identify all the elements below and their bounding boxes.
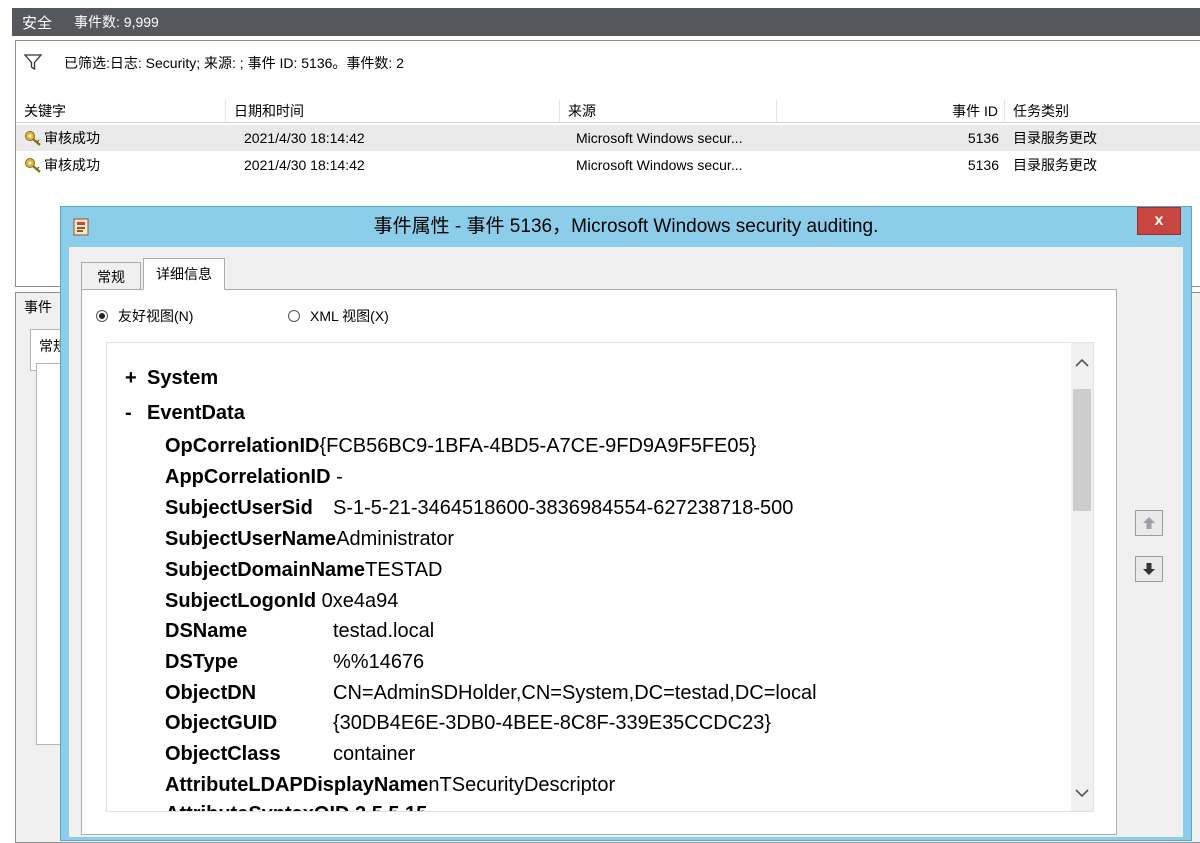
field-value: Administrator bbox=[336, 528, 454, 550]
field-value: S-1-5-21-3464518600-3836984554-627238718… bbox=[333, 497, 794, 519]
field-row: DSName testad.local bbox=[165, 620, 434, 643]
field-key: DSType bbox=[165, 651, 238, 673]
field-row-partial: AttributeSyntaxOID 2.5.5.15 bbox=[165, 803, 427, 811]
row-event-id: 5136 bbox=[967, 157, 999, 173]
radio-selected-icon[interactable] bbox=[96, 310, 108, 322]
up-arrow-icon bbox=[1143, 517, 1155, 529]
field-key-partial: AttributeSyntaxOID 2.5.5.15 bbox=[165, 803, 427, 811]
field-row: SubjectLogonId 0xe4a94 bbox=[165, 590, 398, 613]
friendly-view-label: 友好视图(N) bbox=[118, 308, 194, 324]
previous-event-button[interactable] bbox=[1135, 510, 1163, 536]
row-event-id: 5136 bbox=[967, 130, 999, 146]
row-keyword: 审核成功 bbox=[44, 130, 100, 146]
field-key: ObjectGUID bbox=[165, 712, 278, 734]
table-row[interactable]: 审核成功 2021/4/30 18:14:42 Microsoft Window… bbox=[16, 152, 1200, 178]
field-row: SubjectUserNameAdministrator bbox=[165, 528, 454, 551]
vertical-scrollbar[interactable] bbox=[1071, 343, 1093, 811]
tree-node-label: System bbox=[147, 367, 219, 389]
tab-details[interactable]: 详细信息 bbox=[143, 258, 225, 290]
friendly-view-option[interactable]: 友好视图(N) bbox=[96, 306, 193, 326]
field-key: SubjectUserName bbox=[165, 528, 337, 550]
radio-unselected-icon[interactable] bbox=[288, 310, 300, 322]
scroll-down-icon[interactable] bbox=[1071, 783, 1093, 803]
field-row: AttributeLDAPDisplayNamenTSecurityDescri… bbox=[165, 774, 615, 797]
collapse-icon[interactable]: - bbox=[125, 402, 147, 425]
audit-success-key-icon bbox=[25, 158, 41, 173]
field-value: {FCB56BC9-1BFA-4BD5-A7CE-9FD9A9F5FE05} bbox=[319, 435, 757, 457]
down-arrow-icon bbox=[1143, 563, 1155, 575]
row-datetime: 2021/4/30 18:14:42 bbox=[244, 130, 365, 146]
tree-node-eventdata[interactable]: - EventData bbox=[125, 402, 245, 425]
column-header-source[interactable]: 来源 bbox=[560, 100, 777, 122]
field-value: {30DB4E6E-3DB0-4BEE-8C8F-339E35CCDC23} bbox=[333, 712, 772, 734]
tree-node-system[interactable]: + System bbox=[125, 367, 218, 390]
field-row: AppCorrelationID - bbox=[165, 466, 343, 489]
dialog-title: 事件属性 - 事件 5136，Microsoft Windows securit… bbox=[373, 216, 879, 237]
field-key: DSName bbox=[165, 620, 248, 642]
field-value: testad.local bbox=[333, 620, 435, 642]
field-value: CN=AdminSDHolder,CN=System,DC=testad,DC=… bbox=[333, 682, 817, 704]
event-list-header: 关键字 日期和时间 来源 事件 ID 任务类别 bbox=[16, 100, 1200, 123]
column-header-keyword[interactable]: 关键字 bbox=[16, 100, 226, 122]
field-key: AttributeLDAPDisplayName bbox=[165, 774, 429, 796]
field-row: ObjectDN CN=AdminSDHolder,CN=System,DC=te… bbox=[165, 682, 817, 705]
field-key: ObjectClass bbox=[165, 743, 281, 765]
row-category: 目录服务更改 bbox=[1013, 157, 1097, 173]
field-row: ObjectGUID {30DB4E6E-3DB0-4BEE-8C8F-339E3… bbox=[165, 712, 771, 735]
filter-text: 已筛选:日志: Security; 来源: ; 事件 ID: 5136。事件数:… bbox=[64, 55, 404, 71]
column-header-category[interactable]: 任务类别 bbox=[1005, 100, 1200, 122]
next-event-button[interactable] bbox=[1135, 556, 1163, 582]
audit-success-key-icon bbox=[25, 131, 41, 146]
row-source: Microsoft Windows secur... bbox=[576, 130, 743, 146]
preview-pane-title: 事件 bbox=[24, 299, 52, 315]
filter-icon bbox=[24, 54, 42, 71]
field-key: SubjectLogonId bbox=[165, 590, 317, 612]
row-datetime: 2021/4/30 18:14:42 bbox=[244, 157, 365, 173]
table-row[interactable]: 审核成功 2021/4/30 18:14:42 Microsoft Window… bbox=[16, 125, 1200, 151]
expand-icon[interactable]: + bbox=[125, 367, 147, 390]
field-key: ObjectDN bbox=[165, 682, 257, 704]
scroll-thumb[interactable] bbox=[1073, 389, 1091, 511]
field-value: - bbox=[336, 466, 343, 488]
field-value: %%14676 bbox=[333, 651, 425, 673]
event-detail-view: + System - EventData OpCorrelationID{FCB56… bbox=[106, 342, 1094, 812]
field-value: 0xe4a94 bbox=[321, 590, 399, 612]
scroll-up-icon[interactable] bbox=[1071, 353, 1093, 373]
tab-general[interactable]: 常规 bbox=[81, 262, 141, 290]
field-key: SubjectUserSid bbox=[165, 497, 313, 519]
dialog-body: 常规 详细信息 友好视图(N) XML 视图(X) + System - Event… bbox=[69, 247, 1183, 837]
filter-banner: 已筛选:日志: Security; 来源: ; 事件 ID: 5136。事件数:… bbox=[15, 40, 1200, 97]
log-event-count: 事件数: 9,999 bbox=[74, 14, 159, 30]
row-category: 目录服务更改 bbox=[1013, 130, 1097, 146]
tree-node-label: EventData bbox=[147, 402, 245, 424]
field-row: SubjectUserSid S-1-5-21-3464518600-383698… bbox=[165, 497, 793, 520]
column-header-event-id[interactable]: 事件 ID bbox=[777, 100, 1005, 122]
field-row: ObjectClass container bbox=[165, 743, 415, 766]
field-value: nTSecurityDescriptor bbox=[428, 774, 616, 796]
column-header-datetime[interactable]: 日期和时间 bbox=[226, 100, 560, 122]
field-key: SubjectDomainName bbox=[165, 559, 366, 581]
field-key: OpCorrelationID bbox=[165, 435, 320, 457]
field-value: TESTAD bbox=[365, 559, 443, 581]
field-row: SubjectDomainNameTESTAD bbox=[165, 559, 442, 582]
log-name: 安全 bbox=[22, 14, 53, 32]
log-title-bar: 安全 事件数: 9,999 bbox=[12, 8, 1200, 36]
row-source: Microsoft Windows secur... bbox=[576, 157, 743, 173]
xml-view-option[interactable]: XML 视图(X) bbox=[288, 306, 389, 326]
details-tab-panel: 友好视图(N) XML 视图(X) + System - EventData OpC… bbox=[81, 289, 1117, 835]
xml-view-label: XML 视图(X) bbox=[310, 308, 389, 324]
field-row: OpCorrelationID{FCB56BC9-1BFA-4BD5-A7CE-… bbox=[165, 435, 756, 458]
event-properties-dialog: 事件属性 - 事件 5136，Microsoft Windows securit… bbox=[60, 206, 1192, 841]
field-row: DSType %%14676 bbox=[165, 651, 424, 674]
field-key: AppCorrelationID bbox=[165, 466, 331, 488]
field-value: container bbox=[333, 743, 416, 765]
close-button[interactable]: x bbox=[1137, 207, 1181, 235]
row-keyword: 审核成功 bbox=[44, 157, 100, 173]
